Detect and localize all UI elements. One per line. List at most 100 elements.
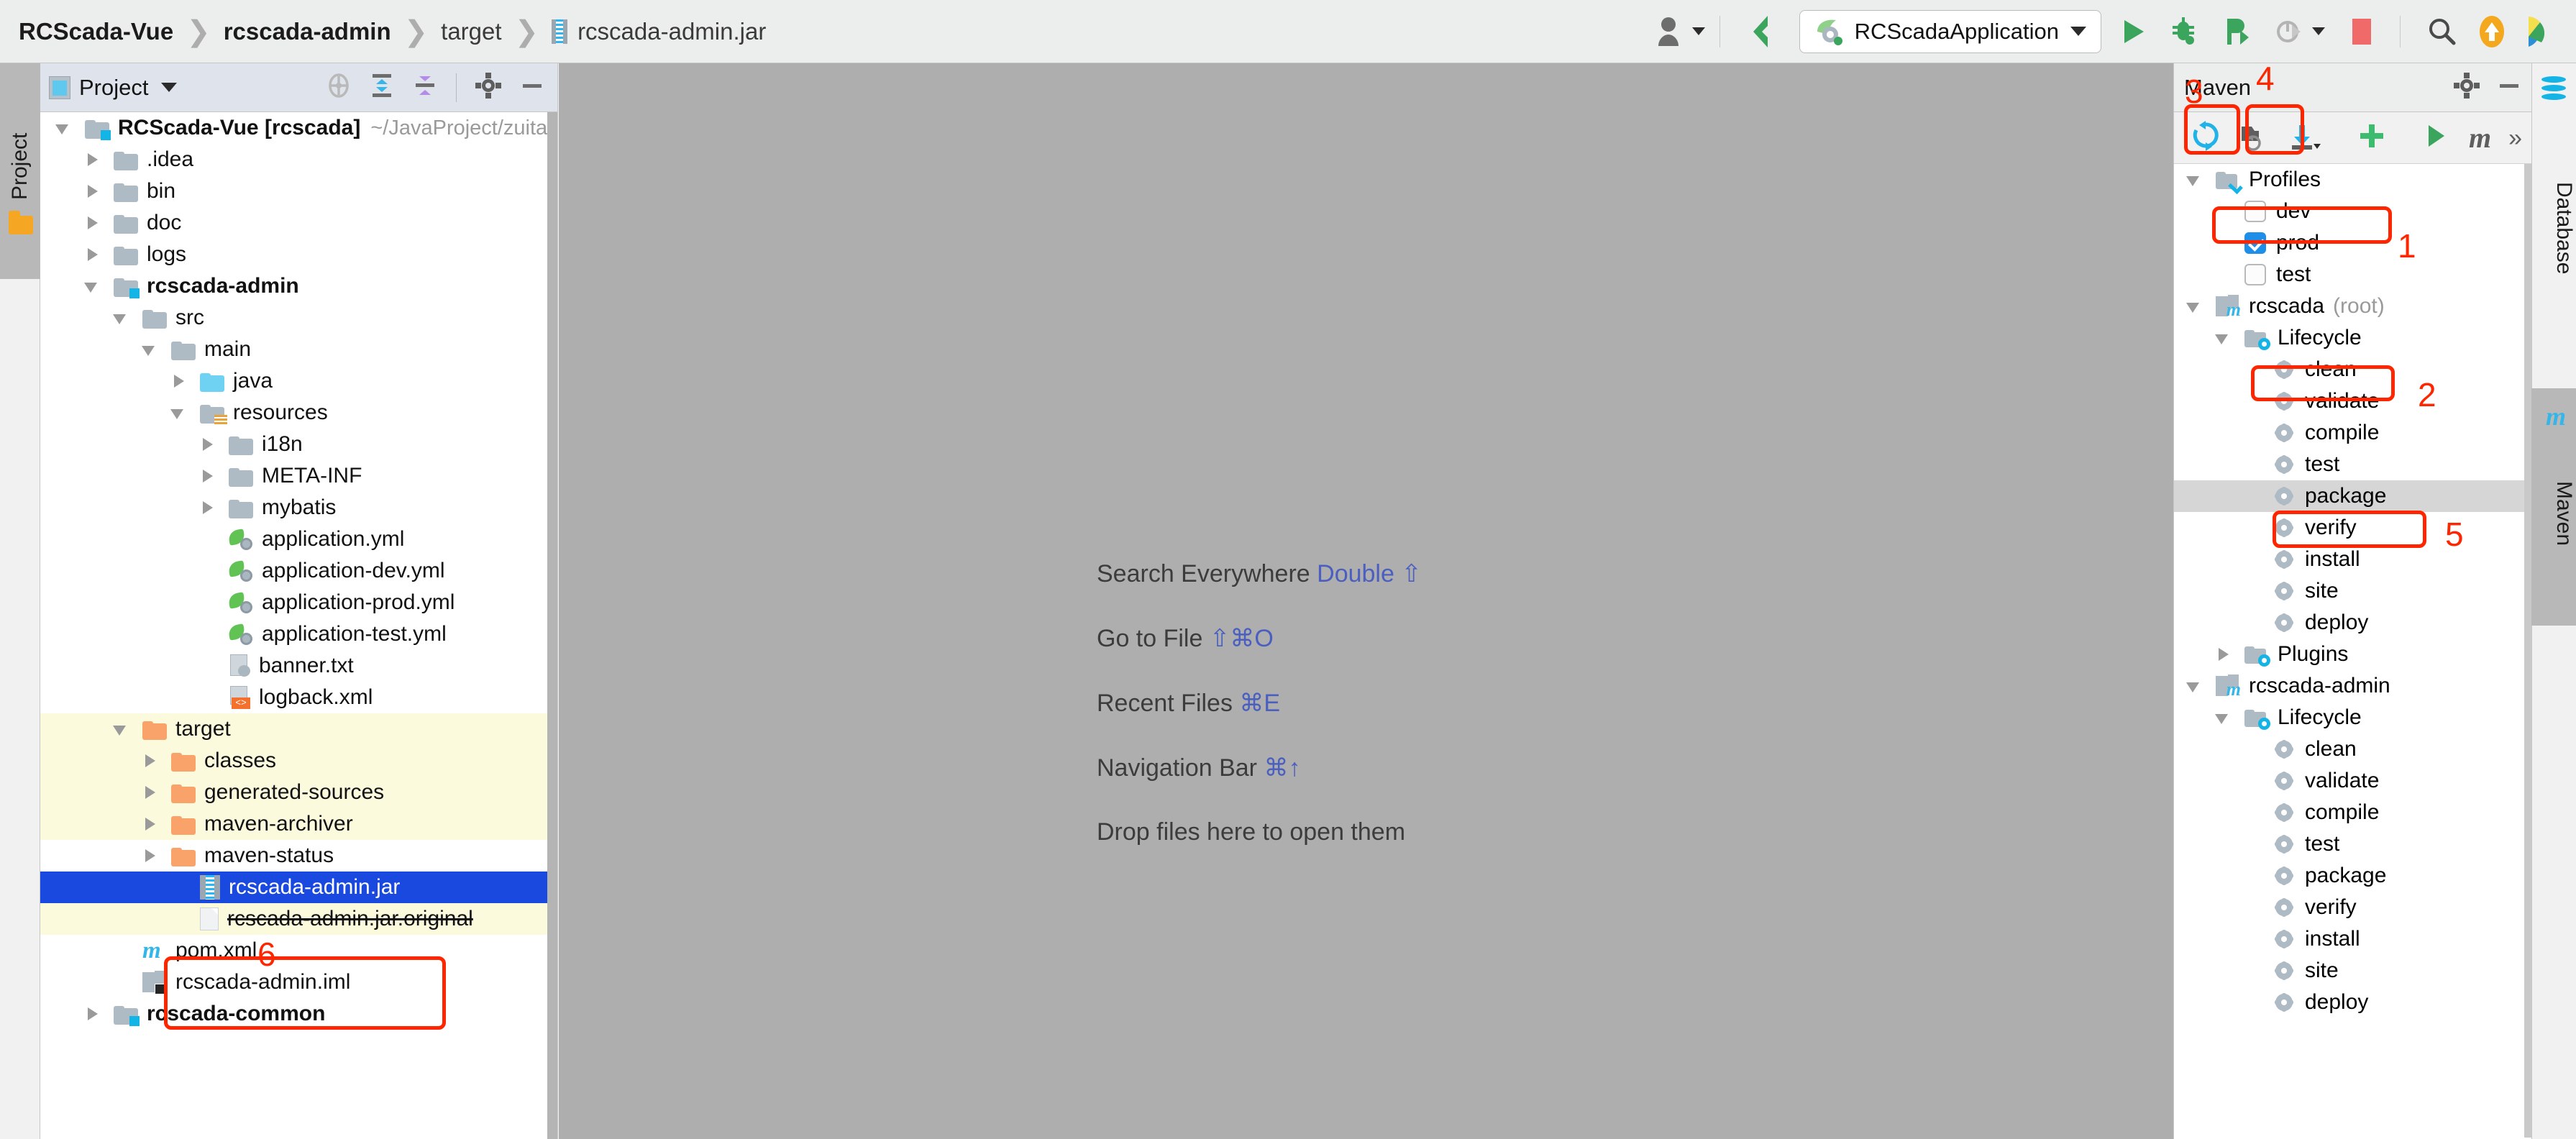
tree-expand-arrow-closed-icon[interactable] (82, 149, 104, 170)
user-profile-icon[interactable] (1656, 0, 1705, 63)
tree-row[interactable]: application.yml (40, 523, 557, 555)
profiler-icon[interactable] (2263, 0, 2309, 63)
tree-expand-arrow-open-icon[interactable] (2184, 169, 2206, 191)
tree-row[interactable]: site (2174, 955, 2531, 987)
tree-row[interactable]: m pom.xml (40, 935, 557, 966)
tree-row[interactable]: maven-status (40, 840, 557, 872)
tree-row[interactable]: install (2174, 923, 2531, 955)
tree-row[interactable]: bin (40, 175, 557, 207)
tree-expand-arrow-closed-icon[interactable] (82, 244, 104, 265)
tree-row[interactable]: src (40, 302, 557, 334)
tree-row[interactable]: Profiles (2174, 164, 2531, 196)
tree-expand-arrow-closed-icon[interactable] (82, 180, 104, 202)
expand-all-icon[interactable] (370, 72, 394, 103)
tree-row[interactable]: META-INF (40, 460, 557, 492)
minimize-icon[interactable] (2497, 72, 2521, 103)
tree-row[interactable]: verify (2174, 512, 2531, 544)
profiler-dropdown-icon[interactable] (2309, 0, 2338, 63)
search-icon[interactable] (2415, 0, 2468, 63)
chevron-down-icon[interactable] (161, 83, 178, 92)
tree-row[interactable]: clean (2174, 354, 2531, 385)
tree-row[interactable]: verify (2174, 892, 2531, 923)
tree-expand-arrow-closed-icon[interactable] (140, 782, 161, 803)
tree-row[interactable]: site (2174, 575, 2531, 607)
tree-expand-arrow-open-icon[interactable] (82, 275, 104, 297)
sidebar-tab-project[interactable]: Project (0, 63, 40, 279)
tree-expand-arrow-open-icon[interactable] (53, 117, 75, 139)
stop-icon[interactable] (2338, 0, 2385, 63)
generate-sources-update-folders-icon[interactable] (2230, 121, 2282, 155)
tree-expand-arrow-open-icon[interactable] (2213, 327, 2234, 349)
tree-row[interactable]: dev (2174, 196, 2531, 227)
tree-expand-arrow-closed-icon[interactable] (82, 212, 104, 234)
profile-checkbox[interactable] (2244, 264, 2266, 285)
tree-row[interactable]: resources (40, 397, 557, 429)
tree-row[interactable]: test (2174, 259, 2531, 291)
tree-row[interactable]: test (2174, 828, 2531, 860)
run-configuration-selector[interactable]: RCScadaApplication (1799, 9, 2101, 53)
tree-row[interactable]: rcscada-admin.jar.original (40, 903, 557, 935)
tree-expand-arrow-open-icon[interactable] (111, 307, 132, 329)
intellij-icon[interactable] (2516, 0, 2562, 63)
run-maven-goal-icon[interactable] (2413, 122, 2459, 153)
tree-expand-arrow-closed-icon[interactable] (82, 1003, 104, 1025)
tree-row[interactable]: package (2174, 480, 2531, 512)
sidebar-tab-database[interactable]: Database (2531, 63, 2576, 380)
tree-row[interactable]: doc (40, 207, 557, 239)
tree-row[interactable]: compile (2174, 797, 2531, 828)
tree-row[interactable]: main (40, 334, 557, 365)
tree-row[interactable]: prod (2174, 227, 2531, 259)
tree-expand-arrow-open-icon[interactable] (2184, 296, 2206, 317)
tree-row[interactable]: logs (40, 239, 557, 270)
tree-row[interactable]: m rcscada (root) (2174, 291, 2531, 322)
tree-row[interactable]: java (40, 365, 557, 397)
tree-expand-arrow-closed-icon[interactable] (197, 497, 219, 518)
tree-expand-arrow-closed-icon[interactable] (140, 813, 161, 835)
breadcrumb-item-project[interactable]: RCScada-Vue (19, 18, 173, 45)
locate-icon[interactable] (326, 72, 351, 103)
update-project-icon[interactable] (2468, 0, 2516, 63)
tree-row[interactable]: .idea (40, 144, 557, 175)
tree-row[interactable]: classes (40, 745, 557, 777)
more-actions-icon[interactable]: » (2501, 124, 2529, 152)
tree-row[interactable]: compile (2174, 417, 2531, 449)
tree-row[interactable]: deploy (2174, 607, 2531, 639)
tree-row[interactable]: RCScada-Vue [rcscada] ~/JavaProject/zuita (40, 112, 557, 144)
tree-expand-arrow-closed-icon[interactable] (168, 370, 190, 392)
tree-expand-arrow-closed-icon[interactable] (2213, 644, 2234, 665)
tree-row[interactable]: Lifecycle (2174, 322, 2531, 354)
project-file-tree[interactable]: RCScada-Vue [rcscada] ~/JavaProject/zuita… (40, 112, 557, 1139)
tree-row[interactable]: rcscada-common (40, 998, 557, 1030)
tree-expand-arrow-closed-icon[interactable] (140, 750, 161, 772)
run-icon[interactable] (2111, 0, 2157, 63)
tree-row[interactable]: Lifecycle (2174, 702, 2531, 733)
tree-row[interactable]: m rcscada-admin (2174, 670, 2531, 702)
breadcrumb-item-jar[interactable]: rcscada-admin.jar (552, 18, 766, 45)
run-coverage-icon[interactable] (2210, 0, 2263, 63)
collapse-all-icon[interactable] (413, 72, 437, 103)
tree-row[interactable]: maven-archiver (40, 808, 557, 840)
tree-row[interactable]: validate (2174, 385, 2531, 417)
tree-expand-arrow-open-icon[interactable] (168, 402, 190, 424)
tree-row[interactable]: Plugins (2174, 639, 2531, 670)
tree-row[interactable]: deploy (2174, 987, 2531, 1018)
download-sources-icon[interactable] (2282, 121, 2331, 155)
tree-expand-arrow-open-icon[interactable] (2184, 675, 2206, 697)
back-arrow-icon[interactable] (1735, 0, 1789, 63)
tree-expand-arrow-closed-icon[interactable] (197, 434, 219, 455)
gear-icon[interactable] (2454, 72, 2480, 103)
breadcrumb-item-target[interactable]: target (441, 18, 501, 45)
gear-icon[interactable] (475, 72, 501, 103)
tree-row[interactable]: rcscada-admin (40, 270, 557, 302)
maven-projects-tree[interactable]: Profiles dev prod test m rcscada (root) Lifecyc… (2174, 164, 2531, 1138)
tree-row[interactable]: validate (2174, 765, 2531, 797)
tree-row[interactable]: mybatis (40, 492, 557, 523)
breadcrumb-item-module[interactable]: rcscada-admin (224, 18, 391, 45)
profile-checkbox[interactable] (2244, 232, 2266, 254)
execute-maven-goal-icon[interactable]: m (2459, 123, 2501, 152)
tree-row[interactable]: <> logback.xml (40, 682, 557, 713)
tree-row[interactable]: clean (2174, 733, 2531, 765)
tree-row[interactable]: test (2174, 449, 2531, 480)
tree-row[interactable]: package (2174, 860, 2531, 892)
add-maven-project-icon[interactable] (2348, 122, 2395, 153)
